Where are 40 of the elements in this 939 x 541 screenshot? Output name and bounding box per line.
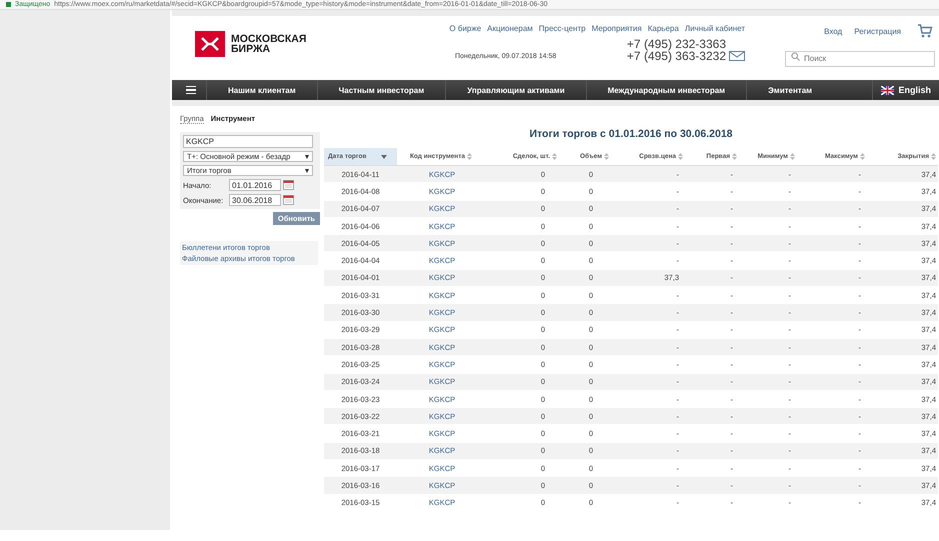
phone-number: +7 (495) 363-3232 bbox=[626, 50, 726, 62]
nav-item[interactable]: Международным инвесторам bbox=[586, 80, 746, 100]
sort-icon bbox=[931, 153, 936, 160]
instrument-field[interactable]: KGKCP bbox=[183, 135, 313, 148]
caret-icon bbox=[305, 154, 309, 158]
envelope-icon[interactable] bbox=[729, 51, 745, 61]
logo-icon[interactable] bbox=[195, 31, 225, 57]
search-field[interactable]: Поиск bbox=[785, 50, 935, 66]
phone-number: +7 (495) 232-3363 bbox=[626, 38, 726, 50]
sort-icon bbox=[467, 153, 472, 160]
sort-icon bbox=[732, 153, 737, 160]
sort-icon bbox=[860, 153, 865, 160]
sort-icon bbox=[790, 153, 795, 160]
auth-link[interactable]: Регистрация bbox=[854, 26, 901, 36]
calendar-icon[interactable] bbox=[283, 180, 294, 190]
sort-descending-icon bbox=[381, 154, 387, 158]
nav-item[interactable]: Эмитентам bbox=[746, 80, 834, 100]
top-link[interactable]: Пресс-центр bbox=[538, 24, 586, 33]
top-link[interactable]: О бирже bbox=[449, 24, 482, 33]
flag-icon bbox=[881, 86, 894, 94]
top-link[interactable]: Личный кабинет bbox=[684, 24, 745, 33]
top-link[interactable]: Мероприятия bbox=[592, 24, 642, 33]
nav-item[interactable]: Нашим клиентам bbox=[206, 80, 317, 100]
end-date-field[interactable]: 30.06.2018 bbox=[229, 194, 281, 206]
top-link[interactable]: Карьера bbox=[648, 24, 679, 33]
sort-icon bbox=[552, 153, 557, 160]
auth-link[interactable]: Вход bbox=[824, 26, 842, 36]
caret-icon bbox=[305, 168, 309, 172]
cart-icon[interactable] bbox=[917, 24, 933, 38]
sort-icon bbox=[604, 153, 609, 160]
calendar-icon[interactable] bbox=[283, 195, 294, 205]
nav-item[interactable]: Частным инвесторам bbox=[316, 80, 446, 100]
table-title: Итоги торгов с 01.01.2016 по 30.06.2018 bbox=[528, 128, 734, 140]
language-link[interactable]: English bbox=[872, 80, 939, 100]
sort-icon bbox=[678, 153, 683, 160]
start-date-field[interactable]: 01.01.2016 bbox=[229, 179, 281, 191]
top-link[interactable]: Акционерам bbox=[487, 24, 533, 33]
logo-text: МОСКОВСКАЯ БИРЖА bbox=[231, 34, 306, 54]
search-icon bbox=[791, 52, 800, 61]
nav-item[interactable]: Управляющим активами bbox=[445, 80, 586, 100]
